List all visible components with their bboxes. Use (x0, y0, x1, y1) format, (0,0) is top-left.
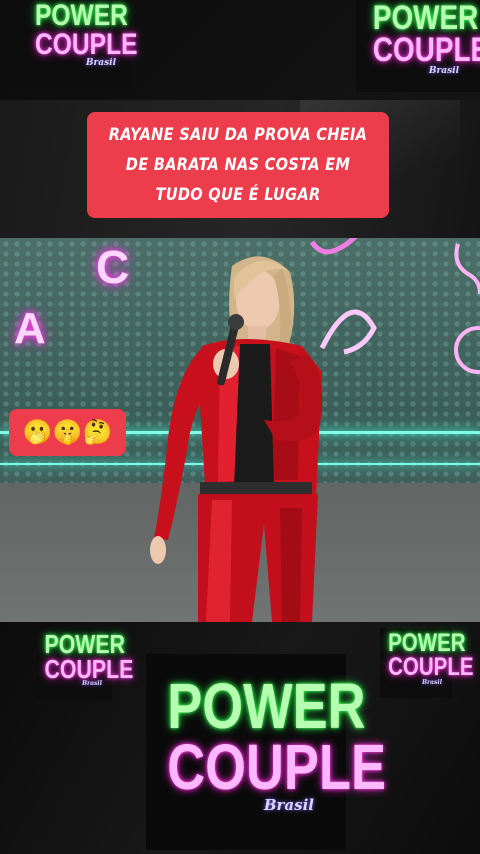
logo-top-left: POWER COUPLE Brasil (26, 0, 138, 68)
logo-word-couple: COUPLE (372, 31, 480, 70)
emoji-reaction-box: 🫢🤫🤔 (9, 409, 126, 456)
caption-text: RAYANE SAIU DA PROVA CHEIA DE BARATA NAS… (108, 125, 368, 205)
logo-word-couple: COUPLE (388, 652, 474, 681)
logo-word-couple: COUPLE (167, 730, 386, 803)
logo-center: POWER COUPLE Brasil (150, 670, 386, 812)
logo-word-power: POWER (167, 670, 366, 742)
logo-word-power: POWER (372, 0, 479, 37)
emoji-reactions: 🫢🤫🤔 (22, 419, 113, 446)
logo-top-right: POWER COUPLE Brasil (363, 0, 480, 75)
logo-bottom-left: POWER COUPLE Brasil (38, 631, 134, 687)
caption-box: RAYANE SAIU DA PROVA CHEIA DE BARATA NAS… (87, 112, 389, 218)
logo-word-couple: COUPLE (35, 27, 138, 61)
logo-word-couple: COUPLE (44, 653, 134, 684)
logo-word-power: POWER (35, 0, 128, 32)
logo-bottom-right: POWER COUPLE Brasil (382, 631, 474, 685)
